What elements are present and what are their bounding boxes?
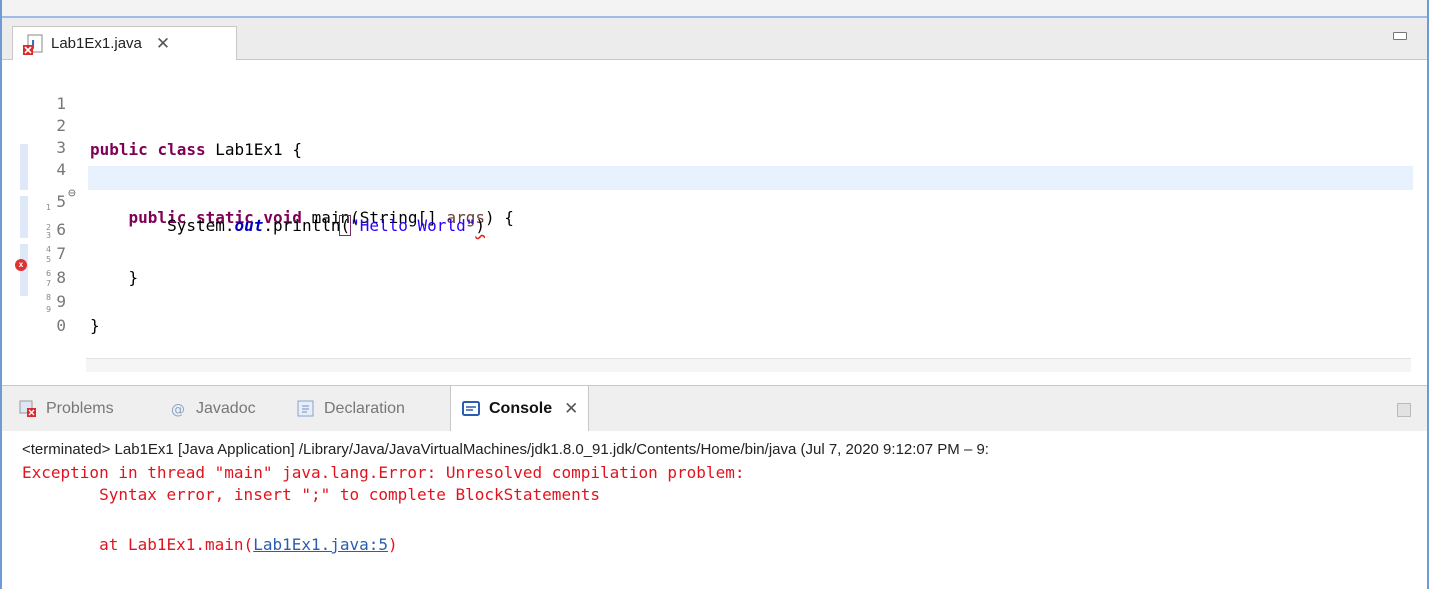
syntax-error-line: Syntax error, insert ";" to complete Blo… (22, 485, 600, 504)
gutter-digit: 7 (46, 279, 52, 288)
tab-console[interactable]: Console ✕ (450, 386, 590, 432)
tab-label: Problems (46, 400, 114, 417)
code-line: 6 (2, 194, 1402, 239)
console-icon (461, 399, 481, 419)
minimize-icon[interactable] (1393, 32, 1407, 40)
code-line: 9 } (2, 266, 1402, 335)
at-icon: @ (168, 399, 188, 419)
gutter-digit: 3 (46, 231, 52, 240)
stack-trace-line: at Lab1Ex1.main(Lab1Ex1.java:5) (22, 535, 398, 554)
code-text: } (90, 314, 100, 338)
stack-suffix: ) (388, 535, 398, 554)
source-link[interactable]: Lab1Ex1.java:5 (253, 535, 388, 554)
gutter-digit: 5 (46, 255, 52, 264)
editor-tab-bar: J Lab1Ex1.java ✕ (2, 18, 1427, 60)
tab-javadoc[interactable]: @ Javadoc (168, 386, 256, 432)
gutter-digit: 9 (46, 305, 52, 314)
gutter-digit: 6 (46, 269, 52, 278)
console-output[interactable]: <terminated> Lab1Ex1 [Java Application] … (2, 431, 1427, 589)
declaration-icon (296, 399, 316, 419)
window-top-strip (2, 0, 1427, 18)
exception-line: Exception in thread "main" java.lang.Err… (22, 463, 745, 482)
code-line: 8 (2, 242, 1402, 287)
editor-tab-label: Lab1Ex1.java (51, 35, 142, 52)
tab-label: Declaration (324, 400, 405, 417)
line-number: 0 (56, 316, 66, 335)
tab-declaration[interactable]: Declaration (296, 386, 405, 432)
code-line: 0 (2, 290, 1402, 335)
close-icon[interactable]: ✕ (156, 34, 170, 54)
problems-icon (18, 399, 38, 419)
code-line: 2 public class Lab1Ex1 { (2, 90, 1402, 159)
close-icon[interactable]: ✕ (564, 399, 578, 419)
code-line: 4 ⊖ public static void main(String[] arg… (2, 134, 1402, 227)
code-line-current: 5 System.out.println("Hello World") (2, 166, 1402, 236)
tab-label: Console (489, 400, 553, 417)
tab-problems[interactable]: Problems (18, 386, 114, 432)
view-tab-bar: Problems @ Javadoc Declaration Console ✕ (2, 385, 1427, 432)
svg-text:@: @ (171, 402, 185, 418)
gutter-digit: 4 (46, 245, 52, 254)
code-line: 7 } (2, 218, 1402, 287)
code-line: 1 (2, 68, 1402, 113)
brace-token: } (90, 316, 100, 335)
code-line: 3 (2, 112, 1402, 157)
editor-tab-lab1ex1[interactable]: J Lab1Ex1.java ✕ (12, 26, 237, 60)
java-file-error-icon: J (23, 33, 45, 55)
gutter-digit: 8 (46, 293, 52, 302)
gutter-digit: 1 (46, 203, 52, 212)
ide-window: J Lab1Ex1.java ✕ x 1 2 public class Lab1… (0, 0, 1429, 589)
code-editor[interactable]: x 1 2 public class Lab1Ex1 { 3 4 ⊖ publi… (2, 60, 1427, 375)
stack-prefix: at Lab1Ex1.main( (22, 535, 254, 554)
editor-horizontal-scrollbar[interactable] (86, 358, 1411, 372)
terminated-status-line: <terminated> Lab1Ex1 [Java Application] … (22, 441, 989, 458)
view-menu-icon[interactable] (1397, 403, 1411, 417)
tab-label: Javadoc (196, 400, 256, 417)
